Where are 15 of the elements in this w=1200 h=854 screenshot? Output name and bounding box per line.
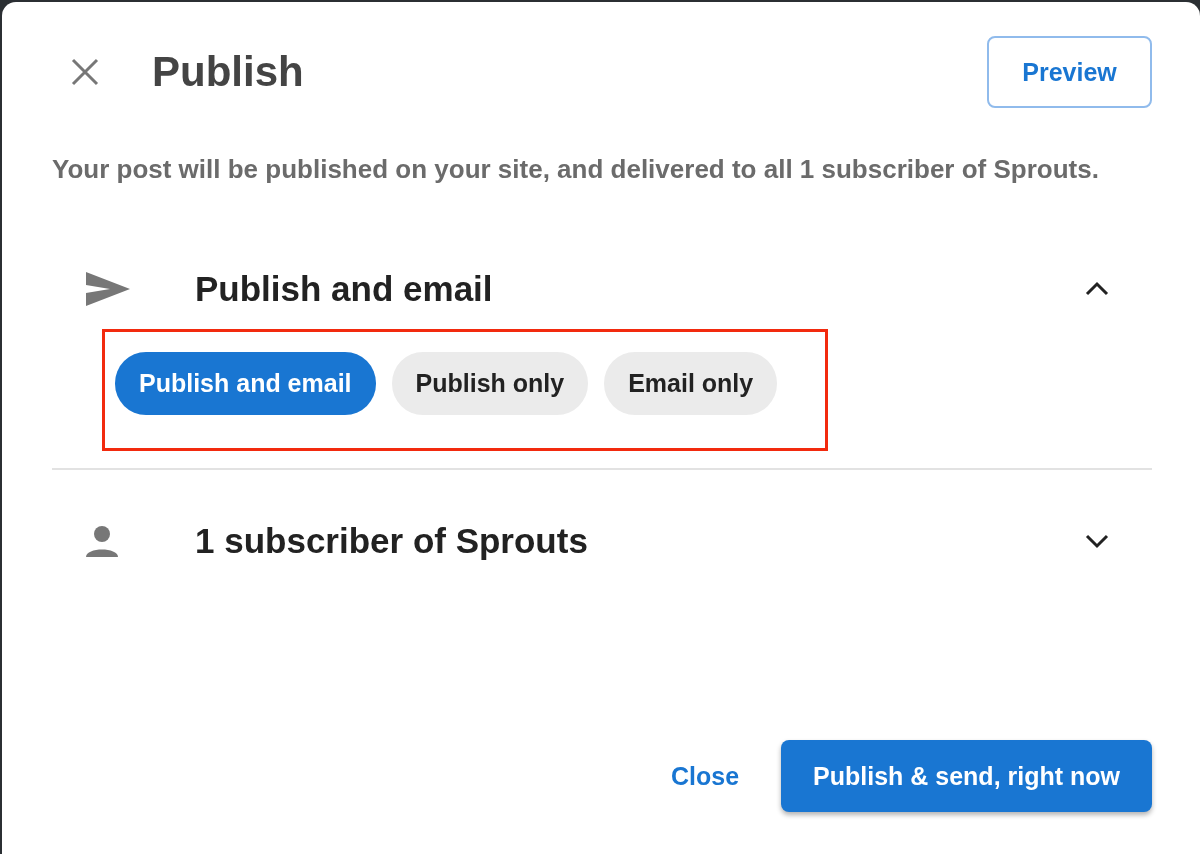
- chevron-down-icon[interactable]: [1085, 533, 1109, 549]
- send-icon: [86, 272, 130, 306]
- dialog-title: Publish: [152, 48, 305, 96]
- publish-button[interactable]: Publish & send, right now: [781, 740, 1152, 812]
- person-icon: [86, 525, 118, 557]
- option-chip[interactable]: Email only: [604, 352, 778, 415]
- option-chip[interactable]: Publish and email: [115, 352, 376, 415]
- chevron-up-icon[interactable]: [1085, 281, 1109, 297]
- preview-button[interactable]: Preview: [987, 36, 1152, 108]
- option-chip[interactable]: Publish only: [391, 352, 589, 415]
- section-title[interactable]: 1 subscriber of Sprouts: [195, 521, 1085, 561]
- close-button[interactable]: Close: [670, 761, 740, 791]
- close-icon[interactable]: [70, 57, 100, 87]
- description-text: Your post will be published on your site, and delivered to all 1 subscriber of Sprouts.: [52, 153, 1100, 186]
- section-title[interactable]: Publish and email: [195, 269, 1085, 309]
